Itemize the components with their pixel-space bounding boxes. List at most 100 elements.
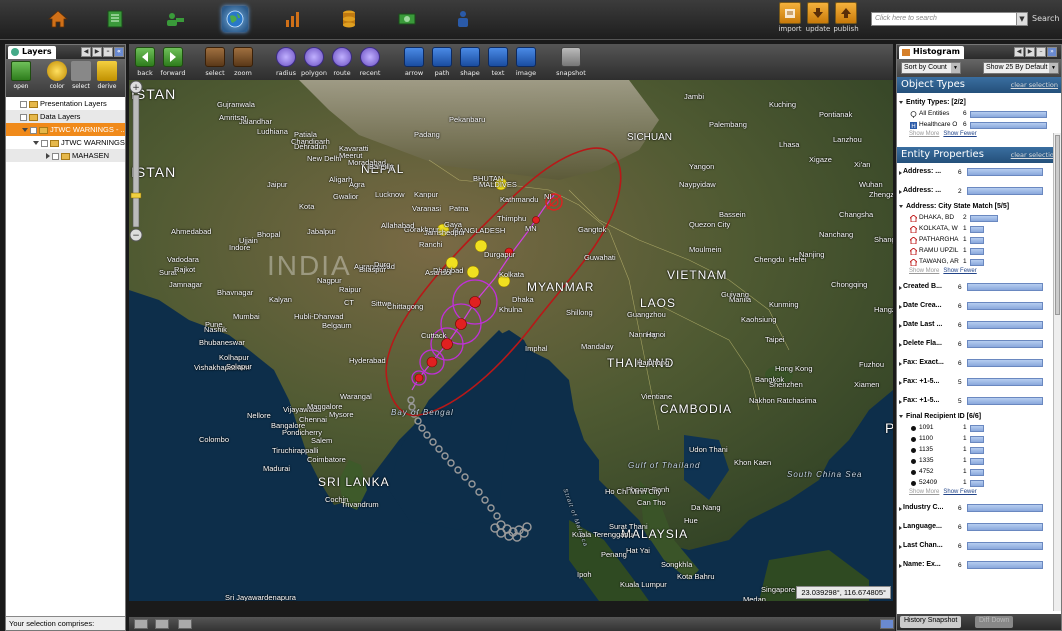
histogram-bar[interactable] [967,504,1043,512]
final-recipient-group[interactable]: Final Recipient ID [6/6] [897,411,1061,423]
map-city-label[interactable]: Haiphong [637,358,669,367]
map-city-label[interactable]: Hat Yai [626,546,650,555]
show-more-link[interactable]: Show More [909,131,939,137]
map-city-label[interactable]: Thimphu [497,214,526,223]
panel-prev-icon[interactable]: ◀ [81,47,91,57]
map-city-label[interactable]: Fuzhou [859,360,884,369]
checkbox-icon[interactable] [52,152,59,160]
map-city-label[interactable]: Mysore [329,410,354,419]
map-city-label[interactable]: Hanoi [646,330,666,339]
property-row[interactable]: Created B... 6 [897,278,1061,297]
histogram-bar[interactable] [967,523,1043,531]
panel-minimize-icon[interactable]: – [1036,47,1046,57]
panel-next-icon[interactable]: ▶ [92,47,102,57]
import-button[interactable]: import [776,2,804,38]
map-city-label[interactable]: Bilaspur [359,265,386,274]
map-city-label[interactable]: Vadodara [167,255,199,264]
map-city-label[interactable]: Xiamen [854,380,879,389]
home-icon[interactable] [45,6,71,32]
update-button[interactable]: update [804,2,832,38]
map-city-label[interactable]: Kuching [769,100,796,109]
checkbox-icon[interactable] [20,113,27,121]
histogram-bar[interactable] [970,111,1047,118]
map-city-label[interactable]: Dehradun [294,142,327,151]
histogram-bar[interactable] [970,469,984,476]
globe-icon[interactable] [222,6,248,32]
search-input[interactable]: Click here to search [871,12,1017,26]
open-button[interactable]: open [10,61,32,90]
map-city-label[interactable]: Bassein [719,210,746,219]
map-city-label[interactable]: Khulna [499,305,522,314]
map-city-label[interactable]: Xigaze [809,155,832,164]
map-city-label[interactable]: Mumbai [233,312,260,321]
clear-selection-link[interactable]: clear selection [1011,81,1058,89]
map-city-label[interactable]: Salem [311,436,332,445]
map-city-label[interactable]: Lhasa [779,140,799,149]
map-city-label[interactable]: Ho Chi Minh City [605,487,661,496]
city-state-group[interactable]: Address: City State Match [5/5] [897,201,1061,213]
property-row[interactable]: Language... 6 [897,518,1061,537]
globe-view-icon[interactable] [134,619,148,629]
histogram-bar[interactable] [970,122,1047,129]
map-city-label[interactable]: New Delhi [307,154,341,163]
map-view[interactable]: INDIA ISTAN ISTAN NEPAL BHUTAN BANGLADES… [129,80,893,601]
map-city-label[interactable]: Naypyidaw [679,180,716,189]
map-city-label[interactable]: Varanasi [412,204,441,213]
document-icon[interactable] [102,6,128,32]
map-city-label[interactable]: Sri Jayawardenapura [225,593,296,601]
histogram-bar[interactable] [970,458,984,465]
map-city-label[interactable]: Pekanbaru [449,115,485,124]
map-city-label[interactable]: Rajkot [174,265,195,274]
list-item[interactable]: 52409 1 [897,478,1061,489]
map-city-label[interactable]: Jamnagar [169,280,202,289]
property-row[interactable]: Address: ... 6 [897,163,1061,182]
map-city-label[interactable]: Nakhon Ratchasima [749,396,817,405]
snapshot-button[interactable]: snapshot [556,47,586,77]
map-city-label[interactable]: Gwalior [333,192,358,201]
histogram-scrollbar[interactable] [1053,133,1061,611]
map-city-label[interactable]: Manila [729,295,751,304]
property-row[interactable]: Address: ... 2 [897,182,1061,201]
map-city-label[interactable]: Patna [449,204,469,213]
select-tool-button[interactable]: select [200,47,230,77]
histogram-bar[interactable] [970,259,984,266]
histogram-bar[interactable] [970,447,984,454]
sort-select[interactable]: Sort by Count ▼ [901,62,961,74]
map-city-label[interactable]: Kolkata [499,270,524,279]
map-city-label[interactable]: Nanchang [819,230,853,239]
histogram-bar[interactable] [967,187,1043,195]
map-city-label[interactable]: Dhaka [512,295,534,304]
histogram-bar[interactable] [967,378,1043,386]
map-city-label[interactable]: Kathmandu [500,195,538,204]
map-city-label[interactable]: Warangal [340,392,372,401]
map-city-label[interactable]: Colombo [199,435,229,444]
property-row[interactable]: Industry C... 6 [897,499,1061,518]
histogram-bar[interactable] [967,542,1043,550]
map-city-label[interactable]: Raipur [339,285,361,294]
map-city-label[interactable]: Quezon City [689,220,730,229]
map-city-label[interactable]: Ludhiana [257,127,288,136]
histogram-bar[interactable] [967,168,1043,176]
property-row[interactable]: Fax: Exact... 6 [897,354,1061,373]
histogram-bar[interactable] [967,340,1043,348]
map-city-label[interactable]: Nagpur [317,276,342,285]
map-city-label[interactable]: Pontianak [819,110,852,119]
show-fewer-link[interactable]: Show Fewer [943,489,976,495]
map-city-label[interactable]: Jabalpur [307,227,336,236]
map-city-label[interactable]: Agra [349,180,365,189]
property-row[interactable]: Name: Ex... 6 [897,556,1061,575]
clear-selection-link[interactable]: clear selection [1011,151,1058,159]
map-city-label[interactable]: Guwahati [584,253,616,262]
map-city-label[interactable]: Yangon [689,162,714,171]
map-city-label[interactable]: Ranchi [419,240,442,249]
map-city-label[interactable]: Lanzhou [833,135,862,144]
list-item[interactable]: 1100 1 [897,434,1061,445]
map-city-label[interactable]: Ujjain [239,236,258,245]
map-city-label[interactable]: Mandalay [581,342,614,351]
derive-button[interactable]: derive [96,61,118,90]
map-city-label[interactable]: Padang [414,130,440,139]
back-button[interactable]: back [130,47,160,77]
radius-button[interactable]: radius [271,47,301,77]
map-city-label[interactable]: Kuala Terengganu [572,530,633,539]
checkbox-icon[interactable] [20,100,27,108]
